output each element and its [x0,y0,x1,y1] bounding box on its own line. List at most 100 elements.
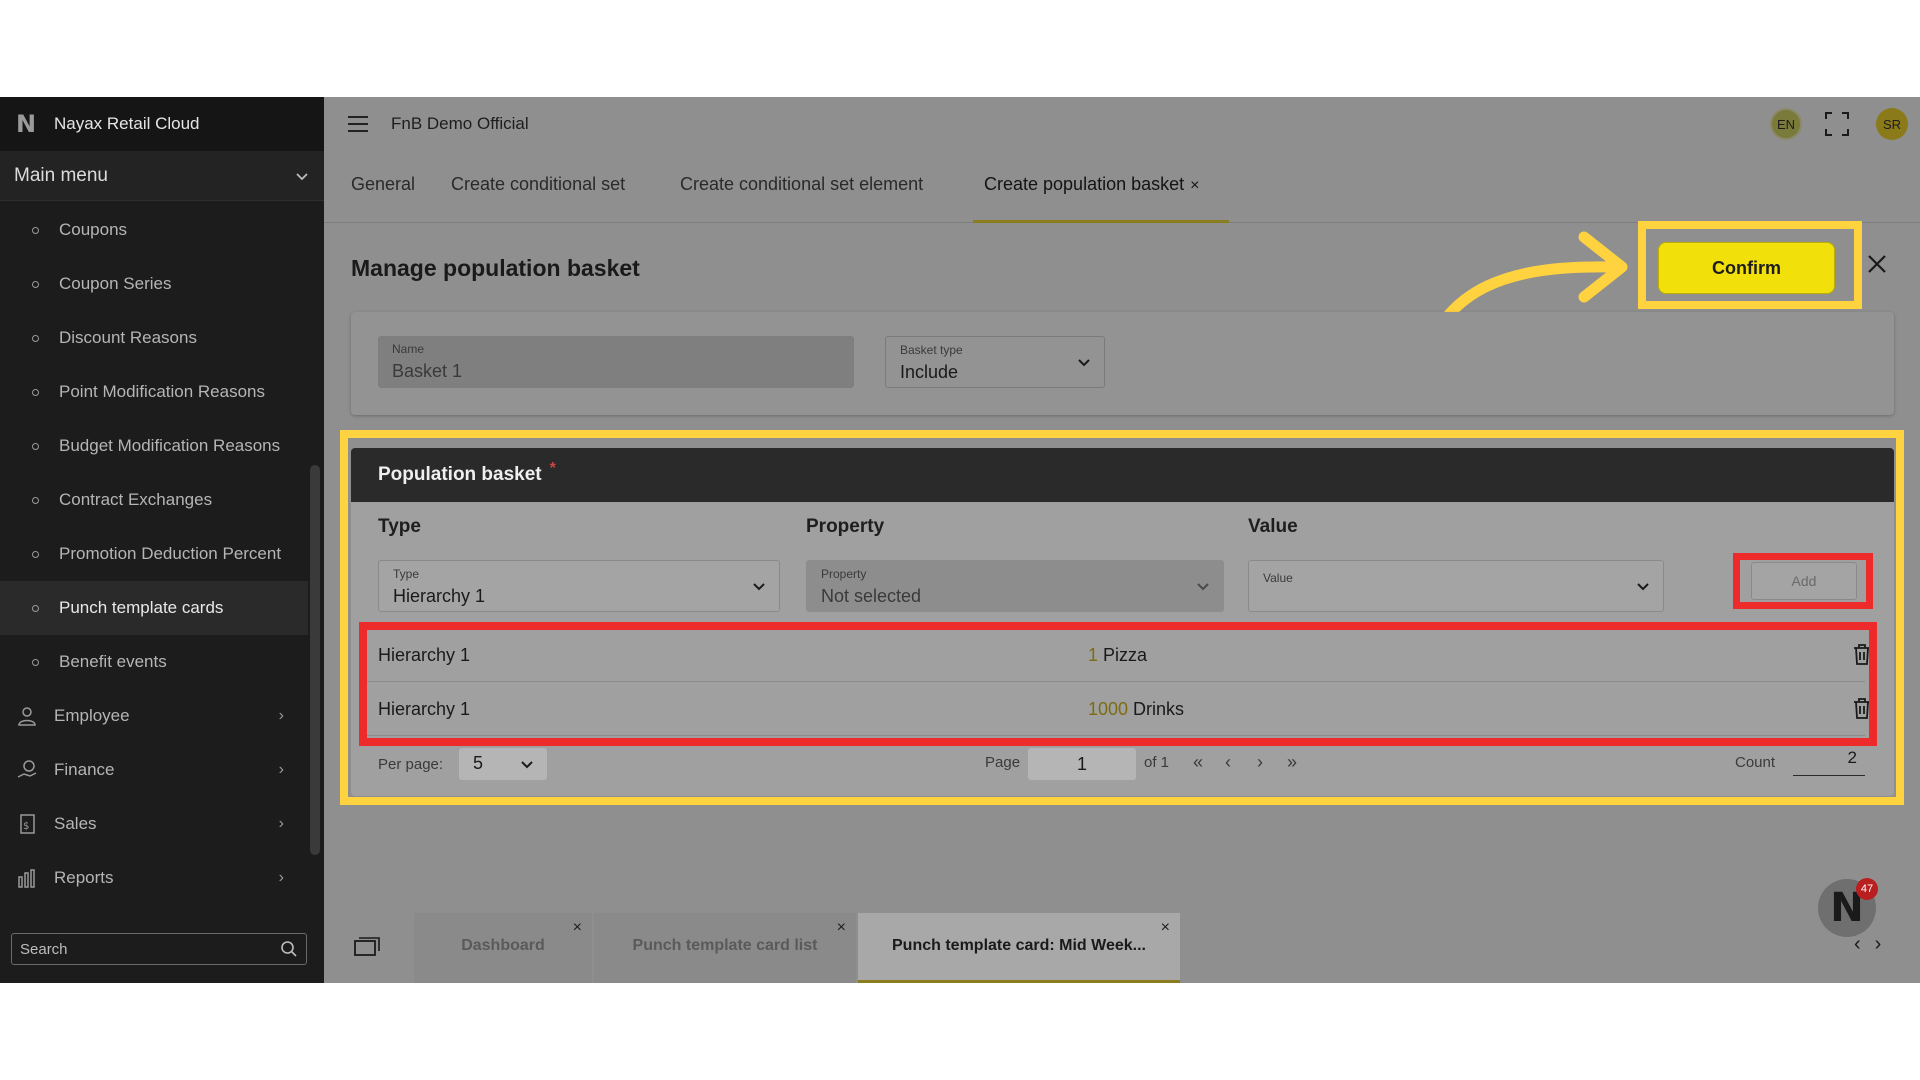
sidebar-item-promotion-deduction-percent[interactable]: Promotion Deduction Percent [0,527,308,581]
search-icon[interactable] [280,940,298,958]
organization-name: FnB Demo Official [391,114,529,133]
sidebar-item-discount-reasons[interactable]: Discount Reasons [0,311,308,365]
population-basket-card: Population basket * Type Property Value … [351,448,1894,796]
chevron-right-icon: › [278,815,284,832]
sidebar-item-coupon-series[interactable]: Coupon Series [0,257,308,311]
page-input[interactable]: 1 [1028,748,1136,780]
basket-type-label: Basket type [900,343,963,357]
brand-name: Nayax Retail Cloud [54,114,200,133]
sidebar-item-punch-template-cards[interactable]: Punch template cards [0,581,308,635]
first-page-icon[interactable]: « [1193,752,1203,773]
per-page-value: 5 [473,753,484,773]
property-select[interactable]: Property Not selected [806,560,1224,612]
type-select-value: Hierarchy 1 [393,586,486,606]
confirm-button[interactable]: Confirm [1658,242,1835,294]
bullet-icon [32,280,39,288]
page-tabs: General Create conditional set Create co… [324,151,1920,223]
sidebar-group-finance[interactable]: Finance › [0,743,308,797]
sidebar-group-sales[interactable]: $ Sales › [0,797,308,851]
type-select[interactable]: Type Hierarchy 1 [378,560,780,612]
tab-general[interactable]: General [351,174,415,195]
bar-chart-icon [18,869,35,888]
column-header-type: Type [378,516,421,537]
sidebar-item-budget-modification-reasons[interactable]: Budget Modification Reasons [0,419,308,473]
bottom-tab-punch-template-card-list[interactable]: Punch template card list × [594,913,856,983]
menu-list: Coupons Coupon Series Discount Reasons P… [0,203,308,905]
sidebar-group-employee[interactable]: Employee › [0,689,308,743]
basket-type-select[interactable]: Basket type Include [885,336,1105,388]
page-title: Manage population basket [351,255,640,281]
sidebar-search-input[interactable] [20,940,280,958]
fullscreen-icon[interactable] [1824,111,1850,137]
close-icon[interactable]: × [837,919,846,937]
chevron-right-icon: › [278,707,284,724]
top-bar: FnB Demo Official EN SR [324,97,1920,151]
basket-type-value: Include [900,362,959,382]
section-title: Population basket [378,464,542,485]
close-icon[interactable] [1864,251,1890,277]
tab-create-conditional-set-element[interactable]: Create conditional set element [680,174,923,195]
chevron-right-icon: › [278,869,284,886]
sidebar-item-contract-exchanges[interactable]: Contract Exchanges [0,473,308,527]
main-menu-toggle[interactable]: Main menu [0,151,324,201]
bottom-tab-punch-template-card[interactable]: Punch template card: Mid Week... × [858,913,1180,983]
add-button[interactable]: Add [1751,562,1857,600]
sidebar-item-point-modification-reasons[interactable]: Point Modification Reasons [0,365,308,419]
chevron-down-icon [1078,359,1090,367]
column-header-property: Property [806,516,885,537]
sidebar-scrollbar[interactable] [310,465,320,855]
chevron-down-icon [1197,583,1209,591]
page-of-label: of 1 [1144,754,1170,771]
sidebar-group-reports[interactable]: Reports › [0,851,308,905]
page-label: Page [985,754,1021,771]
value-select[interactable]: Value [1248,560,1664,612]
bullet-icon [32,226,39,234]
last-page-icon[interactable]: » [1287,752,1297,773]
bullet-icon [32,658,39,666]
required-marker: * [549,460,556,477]
sidebar-group-label: Reports [54,868,114,887]
sidebar-item-benefit-events[interactable]: Benefit events [0,635,308,689]
nayax-logo-icon: N [16,110,37,138]
sidebar-group-label: Employee [54,706,130,725]
chevron-right-icon: › [278,761,284,778]
sidebar-item-coupons[interactable]: Coupons [0,203,308,257]
name-value: Basket 1 [392,361,463,381]
tab-create-conditional-set[interactable]: Create conditional set [451,174,625,195]
sidebar-item-label: Coupons [59,220,128,239]
tab-create-population-basket[interactable]: Create population basket × [984,174,1199,195]
windows-icon[interactable] [354,937,380,957]
chevron-down-icon [753,583,765,591]
sidebar-group-label: Sales [54,814,97,833]
pagination: Per page: 5 Page 1 of 1 « ‹ › » Count 2 [351,742,1894,790]
bullet-icon [32,496,39,504]
notification-badge: 47 [1856,878,1878,900]
app-window: N Nayax Retail Cloud Main menu Coupons C… [0,97,1920,983]
tab-scroll-arrows[interactable]: ‹› [1854,933,1895,956]
brand[interactable]: N Nayax Retail Cloud [0,97,324,151]
sidebar: N Nayax Retail Cloud Main menu Coupons C… [0,97,324,983]
active-tab-indicator [973,220,1229,223]
sidebar-item-label: Benefit events [59,652,167,671]
column-header-value: Value [1248,516,1298,537]
bullet-icon [32,334,39,342]
property-select-label: Property [821,567,867,581]
bottom-tab-label: Dashboard [461,937,545,954]
name-field[interactable]: Name Basket 1 [378,336,854,388]
chevron-down-icon [1637,583,1649,591]
sidebar-item-label: Budget Modification Reasons [59,436,281,455]
close-icon[interactable]: × [1161,919,1170,937]
bullet-icon [32,442,39,450]
bottom-tab-dashboard[interactable]: Dashboard × [414,913,592,983]
close-tab-icon[interactable]: × [1190,177,1199,194]
hamburger-menu-icon[interactable] [348,116,368,132]
per-page-select[interactable]: 5 [459,748,547,780]
prev-page-icon[interactable]: ‹ [1225,752,1231,773]
value-select-label: Value [1263,571,1293,585]
population-basket-header: Population basket * [351,448,1894,502]
close-icon[interactable]: × [573,919,582,937]
user-avatar[interactable]: SR [1876,108,1908,140]
property-select-value: Not selected [821,586,922,606]
language-selector[interactable]: EN [1770,108,1802,140]
next-page-icon[interactable]: › [1257,752,1263,773]
